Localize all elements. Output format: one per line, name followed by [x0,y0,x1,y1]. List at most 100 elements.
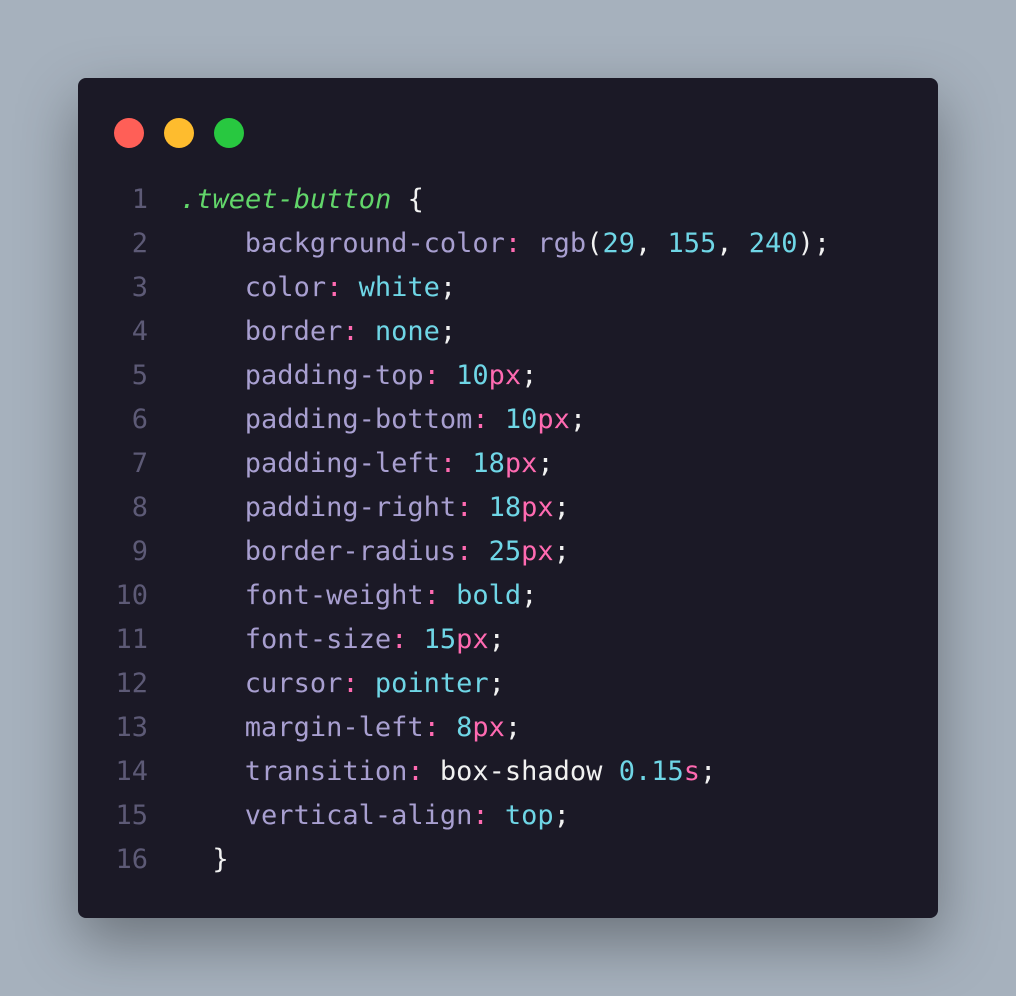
code-token: ; [488,668,505,699]
code-token: bold [456,580,522,611]
line-number: 16 [115,844,148,875]
line-number: 15 [115,800,148,831]
code-line: 11 font-size: 15px; [78,618,938,662]
line-number: 13 [115,712,148,743]
code-token: : [391,624,424,655]
minimize-dot-icon[interactable] [164,118,194,148]
code-token: font-size [244,624,392,655]
code-text: color: white; [180,266,456,310]
code-line: 14 transition: box-shadow 0.15s; [78,750,938,794]
code-token: 0.15 [618,756,684,787]
line-number: 6 [131,404,148,435]
close-dot-icon[interactable] [114,118,144,148]
code-token: ; [553,536,570,567]
code-token: ; [569,404,587,435]
line-number: 9 [131,536,148,567]
code-token: ; [553,492,570,523]
code-token: border-radius [244,536,457,567]
code-token: : [456,492,489,523]
code-token: px [504,448,538,479]
code-token: ; [439,316,457,347]
code-token: transition [244,756,408,787]
maximize-dot-icon[interactable] [214,118,244,148]
code-token: ; [488,624,505,655]
code-token: ; [521,580,538,611]
code-token: : [472,800,505,831]
code-token: 155 [667,228,717,259]
code-token: : [456,536,489,567]
code-text: padding-left: 18px; [180,442,554,486]
code-token: background-color [244,228,505,259]
code-token: none [374,316,440,347]
code-token: 240 [748,228,798,259]
code-token: padding-right [244,492,457,523]
code-block: 1 .tweet-button {2 background-color: rgb(2… [78,178,938,882]
code-token: 25 [488,536,522,567]
code-token: font-weight [244,580,424,611]
code-token: 10 [456,360,489,391]
code-token: 29 [602,228,635,259]
code-token: px [488,360,522,391]
code-token: ); [797,228,831,259]
code-token: ; [537,448,554,479]
code-line: 4 border: none; [78,310,938,354]
code-line: 6 padding-bottom: 10px; [78,398,938,442]
code-token: ; [504,712,522,743]
code-token: .tweet-button [180,184,392,215]
code-text: border: none; [180,310,456,354]
code-token: top [504,800,554,831]
code-line: 2 background-color: rgb(29, 155, 240); [78,222,938,266]
code-token: : [407,756,440,787]
code-token: ; [699,756,717,787]
code-token: , [634,228,668,259]
code-text: font-size: 15px; [180,618,505,662]
code-text: .tweet-button { [180,178,424,222]
code-token: { [391,184,424,215]
code-token: margin-left [244,712,424,743]
line-number: 12 [115,668,148,699]
code-line: 1 .tweet-button { [78,178,938,222]
code-token: : [423,360,457,391]
line-number: 10 [115,580,148,611]
code-token: color [244,272,327,303]
code-token: px [472,712,505,743]
code-window: 1 .tweet-button {2 background-color: rgb(2… [78,78,938,918]
code-token: 18 [488,492,522,523]
code-token: px [456,624,489,655]
code-token: 18 [472,448,505,479]
code-token: padding-top [244,360,424,391]
line-number: 7 [131,448,148,479]
code-line: 12 cursor: pointer; [78,662,938,706]
code-text: padding-right: 18px; [180,486,570,530]
code-line: 15 vertical-align: top; [78,794,938,838]
code-token: : [423,580,457,611]
code-token: : [423,712,457,743]
code-token: border [244,316,343,347]
code-token: box-shadow [439,756,619,787]
line-number: 3 [131,272,148,303]
code-token: vertical-align [244,800,473,831]
code-text: transition: box-shadow 0.15s; [180,750,716,794]
code-text: padding-top: 10px; [180,354,538,398]
code-line: 10 font-weight: bold; [78,574,938,618]
line-number: 11 [115,624,148,655]
code-token: ; [521,360,538,391]
code-text: cursor: pointer; [180,662,505,706]
code-token: } [212,844,229,875]
code-text: background-color: rgb(29, 155, 240); [180,222,830,266]
code-line: 5 padding-top: 10px; [78,354,938,398]
code-line: 3 color: white; [78,266,938,310]
line-number: 1 [131,184,148,215]
code-token: cursor [244,668,343,699]
code-line: 8 padding-right: 18px; [78,486,938,530]
code-token: padding-bottom [244,404,473,435]
code-token: 15 [423,624,457,655]
code-text: border-radius: 25px; [180,530,570,574]
line-number: 5 [131,360,148,391]
code-text: font-weight: bold; [180,574,538,618]
code-text: margin-left: 8px; [180,706,521,750]
line-number: 14 [115,756,148,787]
line-number: 8 [131,492,148,523]
code-text: padding-bottom: 10px; [180,398,586,442]
code-line: 16} [78,838,938,882]
